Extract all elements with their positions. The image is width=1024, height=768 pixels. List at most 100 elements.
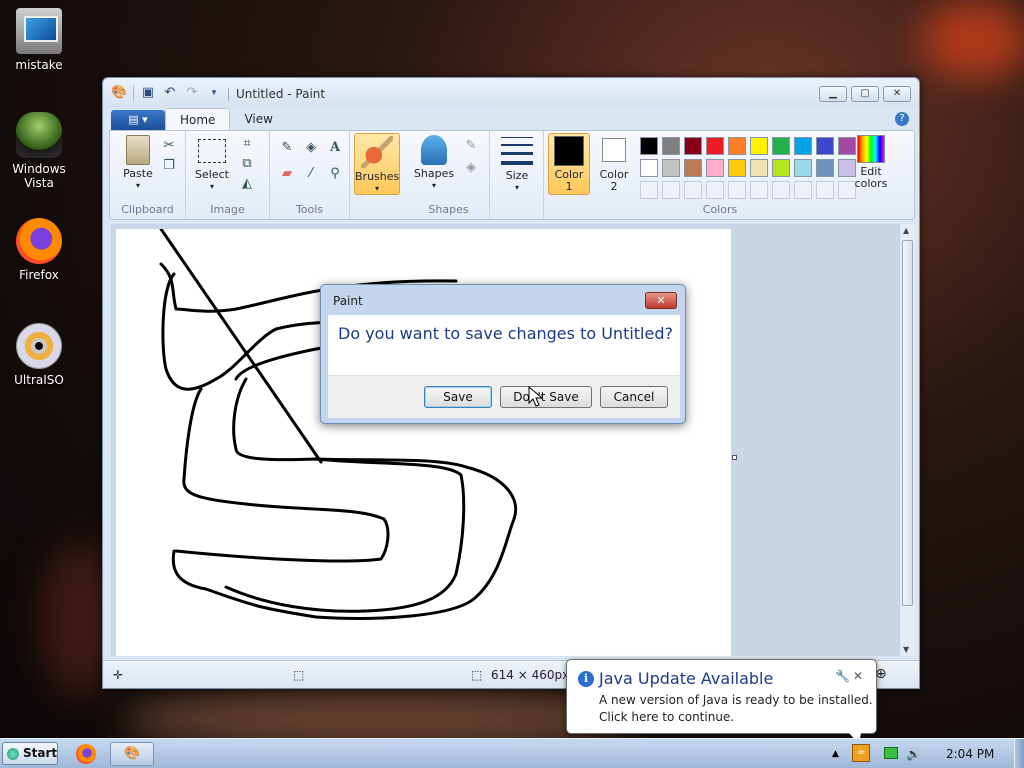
palette-swatch[interactable] xyxy=(684,137,702,155)
eraser-icon[interactable]: ▰ xyxy=(278,165,296,183)
brushes-button[interactable]: Brushes ▾ xyxy=(354,133,400,195)
scroll-down-icon[interactable]: ▼ xyxy=(903,645,909,654)
palette-swatch[interactable] xyxy=(772,137,790,155)
palette-swatch[interactable] xyxy=(794,181,812,199)
dialog-footer: Save Don't Save Cancel xyxy=(328,375,680,418)
magnifier-icon[interactable]: ⚲ xyxy=(326,165,344,183)
palette-swatch[interactable] xyxy=(750,159,768,177)
color2-button[interactable]: Color 2 xyxy=(594,135,634,193)
dialog-message: Do you want to save changes to Untitled? xyxy=(338,324,673,343)
palette-swatch[interactable] xyxy=(640,181,658,199)
title-bar[interactable]: 🎨 ▣ ↶ ↷ ▾ Untitled - Paint ▁ ▢ ✕ xyxy=(103,78,919,108)
group-tools: ✎ ◈ A ▰ ⁄ ⚲ Tools xyxy=(270,131,350,219)
volume-icon[interactable]: 🔊 xyxy=(906,747,921,761)
taskbar-clock[interactable]: 2:04 PM xyxy=(946,747,994,761)
palette-swatch[interactable] xyxy=(772,181,790,199)
show-desktop-button[interactable] xyxy=(1014,739,1024,768)
dialog-close-button[interactable]: ✕ xyxy=(645,292,677,309)
dont-save-button[interactable]: Don't Save xyxy=(500,386,592,408)
color1-button[interactable]: Color 1 xyxy=(548,133,590,195)
scroll-up-icon[interactable]: ▲ xyxy=(903,226,909,235)
paste-button[interactable]: Paste ▾ xyxy=(116,135,160,192)
cut-icon[interactable]: ✂ xyxy=(160,137,178,155)
copy-icon[interactable]: ❐ xyxy=(160,157,178,175)
help-icon[interactable]: ? xyxy=(895,112,909,126)
canvas-resize-handle[interactable] xyxy=(732,455,737,460)
tab-view[interactable]: View xyxy=(230,108,286,130)
edit-colors-button[interactable]: Edit colors xyxy=(850,135,892,190)
desktop-icon-mistake[interactable]: mistake xyxy=(2,8,76,72)
palette-swatch[interactable] xyxy=(772,159,790,177)
text-icon[interactable]: A xyxy=(326,139,344,157)
shapes-button[interactable]: Shapes ▾ xyxy=(412,135,456,192)
fill-shape-icon[interactable]: ◈ xyxy=(462,159,480,177)
outline-icon[interactable]: ✎ xyxy=(462,137,480,155)
palette-swatch[interactable] xyxy=(728,137,746,155)
resize-icon[interactable]: ⧉ xyxy=(238,155,256,173)
save-icon[interactable]: ▣ xyxy=(140,85,156,101)
palette-swatch[interactable] xyxy=(662,137,680,155)
palette-swatch[interactable] xyxy=(640,159,658,177)
group-label-clipboard: Clipboard xyxy=(121,203,174,216)
disc-icon xyxy=(16,323,62,369)
desktop-icon-firefox[interactable]: Firefox xyxy=(2,218,76,282)
group-label-colors: Colors xyxy=(702,203,738,216)
palette-swatch[interactable] xyxy=(750,137,768,155)
palette-swatch[interactable] xyxy=(640,137,658,155)
palette-swatch[interactable] xyxy=(816,137,834,155)
palette-swatch[interactable] xyxy=(794,137,812,155)
rotate-icon[interactable]: ◭ xyxy=(238,175,256,193)
palette-swatch[interactable] xyxy=(750,181,768,199)
save-button[interactable]: Save xyxy=(424,386,492,408)
freehand-stroke xyxy=(224,457,466,613)
size-button[interactable]: Size ▾ xyxy=(496,137,538,194)
scrollbar-thumb[interactable] xyxy=(902,240,913,606)
pencil-icon[interactable]: ✎ xyxy=(278,139,296,157)
undo-icon[interactable]: ↶ xyxy=(162,85,178,101)
palette-swatch[interactable] xyxy=(706,159,724,177)
palette-swatch[interactable] xyxy=(728,181,746,199)
start-button[interactable]: Start xyxy=(2,742,58,765)
java-update-notification[interactable]: i Java Update Available 🔧 ✕ A new versio… xyxy=(566,659,877,744)
palette-swatch[interactable] xyxy=(684,181,702,199)
desktop-icon-windows-vista[interactable]: Windows Vista xyxy=(2,112,76,190)
group-colors: Color 1 Color 2 Edit colors Colors xyxy=(544,131,896,219)
palette-swatch[interactable] xyxy=(662,159,680,177)
cancel-button[interactable]: Cancel xyxy=(600,386,668,408)
palette-swatch[interactable] xyxy=(816,159,834,177)
qat-dropdown-icon[interactable]: ▾ xyxy=(206,85,222,101)
color2-swatch xyxy=(602,138,626,162)
notification-close-icon[interactable]: ✕ xyxy=(853,669,863,683)
quick-access-toolbar: 🎨 ▣ ↶ ↷ ▾ xyxy=(111,85,222,101)
paint-menu-button[interactable]: ▤ ▾ xyxy=(111,110,165,130)
options-icon[interactable]: 🔧 xyxy=(835,669,850,683)
palette-swatch[interactable] xyxy=(794,159,812,177)
firefox-icon xyxy=(16,218,62,264)
firefox-taskbar-icon[interactable] xyxy=(76,744,96,764)
minimize-button[interactable]: ▁ xyxy=(819,86,847,102)
palette-swatch[interactable] xyxy=(684,159,702,177)
palette-swatch[interactable] xyxy=(662,181,680,199)
tray-expand-icon[interactable]: ▲ xyxy=(832,747,839,761)
palette-swatch[interactable] xyxy=(816,181,834,199)
network-icon[interactable] xyxy=(884,747,898,759)
palette-swatch[interactable] xyxy=(728,159,746,177)
select-button[interactable]: Select ▾ xyxy=(192,135,232,193)
taskbar-item-paint[interactable]: 🎨 xyxy=(110,742,154,766)
palette-swatch[interactable] xyxy=(706,181,724,199)
save-changes-dialog: Paint ✕ Do you want to save changes to U… xyxy=(320,284,686,424)
color-picker-icon[interactable]: ⁄ xyxy=(302,165,320,183)
java-tray-icon[interactable]: ☕ xyxy=(852,744,870,762)
group-clipboard: Paste ▾ ✂ ❐ Clipboard xyxy=(110,131,186,219)
maximize-button[interactable]: ▢ xyxy=(851,86,879,102)
tab-home[interactable]: Home xyxy=(165,108,231,130)
group-label-tools: Tools xyxy=(295,203,324,216)
close-button[interactable]: ✕ xyxy=(883,86,911,102)
crop-icon[interactable]: ⌗ xyxy=(238,135,256,153)
redo-icon[interactable]: ↷ xyxy=(184,85,200,101)
vertical-scrollbar[interactable]: ▲ ▼ xyxy=(899,224,915,656)
palette-swatch[interactable] xyxy=(706,137,724,155)
clipboard-icon xyxy=(126,135,150,165)
desktop-icon-ultraiso[interactable]: UltraISO xyxy=(2,323,76,387)
fill-icon[interactable]: ◈ xyxy=(302,139,320,157)
